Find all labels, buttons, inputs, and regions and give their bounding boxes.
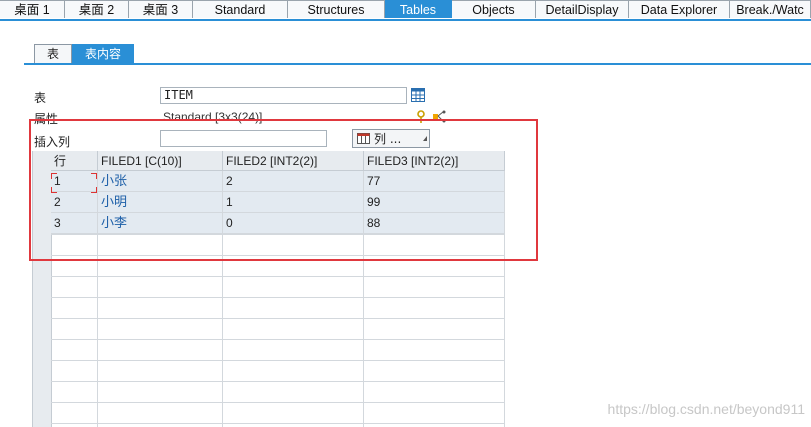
table-label: 表 (34, 91, 47, 105)
cell-filed3[interactable]: 88 (364, 213, 505, 234)
cell-filed1[interactable]: 小李 (98, 213, 223, 234)
empty-grid-rows (51, 234, 505, 427)
cell-filed2[interactable]: 1 (223, 192, 364, 213)
column-header-filed2[interactable]: FILED2 [INT2(2)] (223, 151, 364, 171)
attribute-label: 属性 (34, 112, 59, 126)
insert-column-label: 插入列 (34, 135, 71, 149)
tab-objects[interactable]: Objects (452, 0, 536, 18)
table-name-field[interactable]: ITEM (160, 87, 407, 104)
cell-filed2[interactable]: 2 (223, 171, 364, 192)
table-content-grid: 行 FILED1 [C(10)] FILED2 [INT2(2)] FILED3… (32, 151, 505, 427)
key-icon[interactable] (414, 110, 428, 124)
cell-filed1[interactable]: 小明 (98, 192, 223, 213)
cell-row-number[interactable]: 3 (51, 213, 98, 234)
subtab-table[interactable]: 表 (34, 44, 73, 63)
tab-data-explorer[interactable]: Data Explorer (629, 0, 730, 18)
row-selector-column[interactable] (33, 151, 52, 427)
cell-filed2[interactable]: 0 (223, 213, 364, 234)
columns-dropdown-button[interactable]: 列 ... (352, 129, 430, 148)
desktop-tab-bar: 桌面 1 桌面 2 桌面 3 Standard Structures Table… (0, 0, 811, 21)
hierarchy-icon[interactable] (432, 110, 446, 124)
insert-column-field[interactable] (160, 130, 327, 147)
tab-structures[interactable]: Structures (288, 0, 385, 18)
subtab-table-content[interactable]: 表内容 (72, 44, 135, 63)
tab-tables[interactable]: Tables (385, 0, 452, 18)
tab-detaildisplay[interactable]: DetailDisplay (536, 0, 629, 18)
cell-filed3[interactable]: 77 (364, 171, 505, 192)
cell-filed3[interactable]: 99 (364, 192, 505, 213)
columns-button-label: 列 ... (374, 132, 402, 146)
watermark: https://blog.csdn.net/beyond911 (607, 401, 805, 417)
tab-standard[interactable]: Standard (193, 0, 288, 18)
subtab-underline (24, 63, 811, 65)
cell-filed1[interactable]: 小张 (98, 171, 223, 192)
tab-desktop-3[interactable]: 桌面 3 (129, 0, 193, 18)
column-header-row[interactable]: 行 (51, 151, 98, 171)
cell-row-number[interactable]: 2 (51, 192, 98, 213)
tab-breakpoints-watch[interactable]: Break./Watc (730, 0, 811, 18)
dropdown-arrow-icon (423, 136, 427, 141)
column-header-filed3[interactable]: FILED3 [INT2(2)] (364, 151, 505, 171)
table-display-icon[interactable] (411, 88, 425, 102)
tab-desktop-2[interactable]: 桌面 2 (65, 0, 129, 18)
table-columns-icon (357, 133, 370, 144)
column-header-filed1[interactable]: FILED1 [C(10)] (98, 151, 223, 171)
cell-row-number[interactable]: 1 (51, 171, 98, 192)
attribute-value: Standard [3x3(24)] (163, 110, 263, 124)
subtab-bar: 表 表内容 (34, 44, 135, 63)
tab-desktop-1[interactable]: 桌面 1 (0, 0, 65, 18)
